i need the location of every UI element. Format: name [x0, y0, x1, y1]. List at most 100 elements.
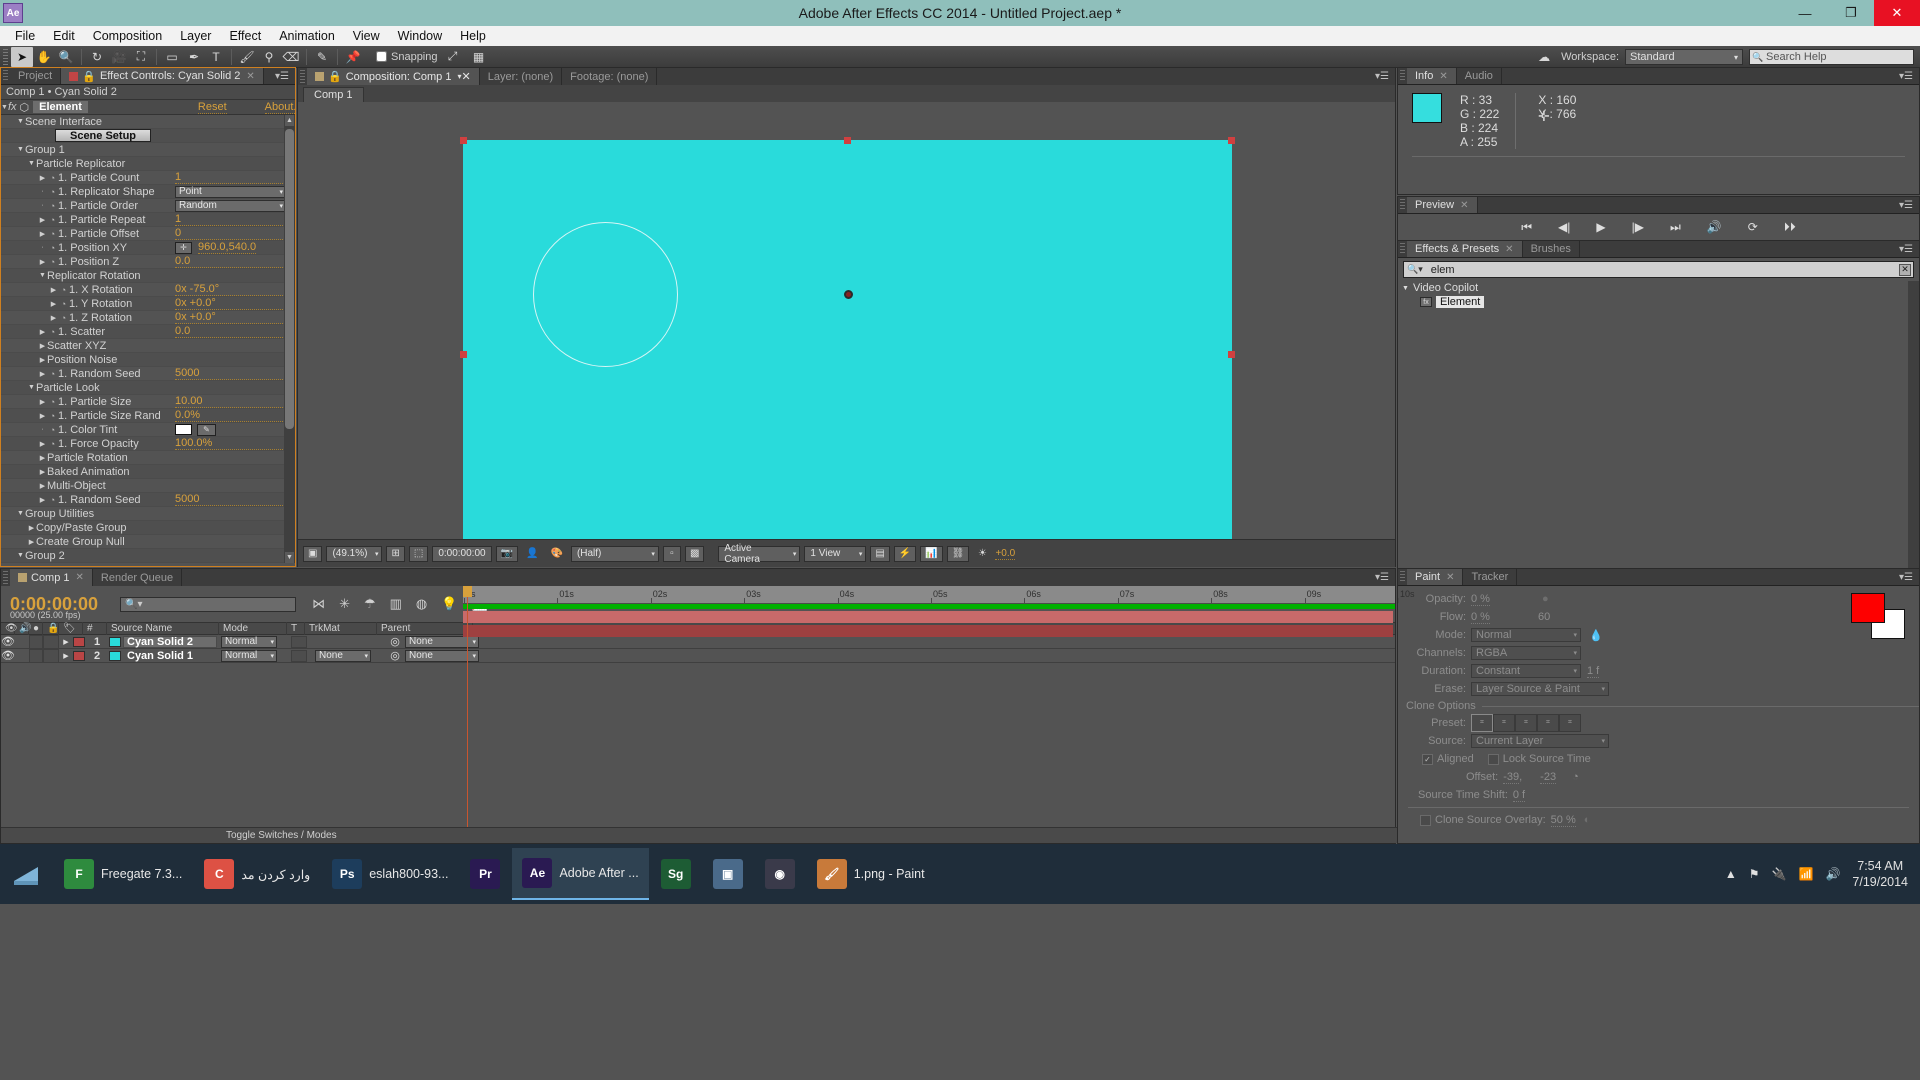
- motion-blur-icon[interactable]: ◍: [416, 596, 427, 612]
- effects-category-row[interactable]: ▼ Video Copilot: [1398, 281, 1919, 295]
- layer-name[interactable]: Cyan Solid 2: [123, 635, 217, 648]
- param-value[interactable]: 100.0%: [175, 437, 293, 450]
- effect-param-row[interactable]: · ◔ 1. Color Tint ✎: [1, 423, 295, 437]
- timeline-panel-menu-icon[interactable]: ▾☰: [1369, 569, 1395, 586]
- pan-behind-tool-icon[interactable]: ⛶: [130, 47, 152, 67]
- layer-bar-1[interactable]: [463, 611, 1393, 623]
- effect-param-row[interactable]: ▶ ◔ 1. X Rotation 0x -75.0°: [1, 283, 295, 297]
- menu-edit[interactable]: Edit: [44, 26, 84, 46]
- layer-trkmat-dropdown[interactable]: None: [315, 649, 371, 662]
- twirl-icon[interactable]: ▶: [38, 398, 47, 406]
- twirl-icon[interactable]: ▼: [38, 272, 47, 279]
- minimize-button[interactable]: —: [1782, 0, 1828, 26]
- eyedropper-icon[interactable]: 💧: [1589, 629, 1603, 642]
- lock-icon[interactable]: 🔒: [82, 70, 96, 83]
- clone-stamp-tool-icon[interactable]: ⚲: [258, 47, 280, 67]
- effect-param-row[interactable]: · ◔ 1. Position XY ✛ 960.0,540.0: [1, 241, 295, 255]
- twirl-icon[interactable]: ▼: [16, 552, 25, 559]
- stopwatch-icon[interactable]: ◔: [47, 369, 58, 379]
- tab-tracker[interactable]: Tracker: [1463, 569, 1518, 585]
- preview-panel-grip[interactable]: [1400, 199, 1405, 211]
- param-value[interactable]: 0.0%: [175, 409, 293, 422]
- work-area-bar[interactable]: [463, 604, 1395, 609]
- region-interest-toggle-icon[interactable]: ▫: [662, 545, 681, 562]
- taskbar-item[interactable]: Pr: [460, 848, 510, 900]
- twirl-icon[interactable]: ▶: [49, 314, 58, 322]
- stopwatch-icon[interactable]: ◔: [47, 215, 58, 225]
- parent-pickwhip-icon[interactable]: ◎: [385, 649, 405, 663]
- col-index[interactable]: #: [83, 622, 107, 635]
- roto-brush-tool-icon[interactable]: ✎: [311, 47, 333, 67]
- col-parent[interactable]: Parent: [377, 622, 473, 635]
- live-update-icon[interactable]: ⋈: [312, 596, 325, 612]
- effect-param-row[interactable]: Scene Setup: [1, 129, 295, 143]
- clone-preset-4[interactable]: ⌗: [1537, 714, 1559, 732]
- twirl-icon[interactable]: ·: [38, 426, 47, 433]
- effect-controls-scrollbar[interactable]: ▲ ▼: [284, 115, 295, 563]
- layer-label-color[interactable]: [73, 650, 85, 661]
- scene-setup-button[interactable]: Scene Setup: [55, 129, 151, 142]
- param-value[interactable]: 0x -75.0°: [175, 283, 293, 296]
- paint-panel-menu-icon[interactable]: ▾☰: [1893, 569, 1919, 585]
- start-button[interactable]: [0, 848, 52, 900]
- difference-mode-icon[interactable]: ◐: [1584, 814, 1591, 826]
- selection-handle-ml[interactable]: [460, 351, 467, 358]
- tab-paint[interactable]: Paint ✕: [1407, 569, 1464, 585]
- transparency-grid-icon[interactable]: ▩: [684, 545, 705, 562]
- effect-param-row[interactable]: ▶ ◔ 1. Force Opacity 100.0%: [1, 437, 295, 451]
- workspace-dropdown[interactable]: Standard: [1625, 49, 1743, 65]
- hand-tool-icon[interactable]: ✋: [33, 47, 55, 67]
- tab-footage[interactable]: Footage: (none): [562, 68, 658, 85]
- layer-twirl-icon[interactable]: ▶: [59, 649, 73, 663]
- camera-view-dropdown[interactable]: Active Camera: [718, 543, 801, 565]
- tab-composition[interactable]: 🔒 Composition: Comp 1 ▾ ✕: [307, 68, 480, 85]
- taskbar-item[interactable]: Sg: [651, 848, 701, 900]
- selection-handle-tr[interactable]: [1228, 137, 1235, 144]
- param-dropdown[interactable]: Point: [175, 185, 287, 198]
- effect-param-row[interactable]: ▶ ◔ 1. Scatter 0.0: [1, 325, 295, 339]
- clone-preset-1[interactable]: ⌗: [1471, 714, 1493, 732]
- show-snapshot-icon[interactable]: 👤: [522, 546, 542, 562]
- col-mode[interactable]: Mode: [219, 622, 287, 635]
- comp-tag[interactable]: Comp 1: [303, 87, 364, 102]
- effect-param-row[interactable]: · ◔ 1. Replicator Shape Point: [1, 185, 295, 199]
- effect-param-row[interactable]: ▼ Particle Replicator: [1, 157, 295, 171]
- effect-param-row[interactable]: ▼ Group 2: [1, 549, 295, 563]
- current-time-display[interactable]: 0:00:00:00: [432, 545, 492, 562]
- mode-dropdown[interactable]: Normal: [1471, 628, 1581, 642]
- selection-handle-mr[interactable]: [1228, 351, 1235, 358]
- twirl-icon[interactable]: ▶: [38, 468, 47, 476]
- stopwatch-icon[interactable]: ◔: [47, 243, 58, 253]
- color-swatch[interactable]: [175, 424, 192, 435]
- tab-audio[interactable]: Audio: [1456, 68, 1502, 84]
- effect-param-row[interactable]: ▶ ◔ 1. Z Rotation 0x +0.0°: [1, 311, 295, 325]
- search-icon[interactable]: 🔍▾: [1407, 264, 1423, 275]
- taskbar-item[interactable]: Ps eslah800-93...: [322, 848, 458, 900]
- panel-menu-icon[interactable]: ▾☰: [269, 68, 295, 84]
- layer-visibility-icon[interactable]: 👁: [1, 635, 15, 649]
- col-label-icon[interactable]: 🏷: [59, 622, 83, 635]
- stopwatch-icon[interactable]: ◔: [47, 327, 58, 337]
- composition-canvas[interactable]: [463, 140, 1232, 539]
- effect-param-row[interactable]: ▶ ◔ 1. Y Rotation 0x +0.0°: [1, 297, 295, 311]
- channel-rgb-icon[interactable]: 🎨: [546, 546, 566, 562]
- twirl-icon[interactable]: ▶: [38, 496, 47, 504]
- offset-x-value[interactable]: -39: [1503, 771, 1520, 784]
- timeline-icon[interactable]: 📊: [920, 545, 943, 562]
- stopwatch-icon[interactable]: ◔: [47, 173, 58, 183]
- clock[interactable]: 7:54 AM 7/19/2014: [1852, 858, 1908, 890]
- current-time-indicator[interactable]: [463, 586, 472, 597]
- foreground-color-swatch[interactable]: [1851, 593, 1885, 623]
- effect-param-row[interactable]: ▼ Replicator Rotation: [1, 269, 295, 283]
- param-position[interactable]: ✛ 960.0,540.0: [175, 241, 293, 255]
- tab-effect-controls[interactable]: 🔒 Effect Controls: Cyan Solid 2 ✕: [61, 68, 264, 84]
- clone-preset-3[interactable]: ⌗: [1515, 714, 1537, 732]
- taskbar-item[interactable]: C وارد کردن مد: [194, 848, 320, 900]
- menu-file[interactable]: File: [6, 26, 44, 46]
- position-picker-icon[interactable]: ✛: [175, 241, 192, 254]
- maximize-button[interactable]: ❐: [1828, 0, 1874, 26]
- camera-tool-icon[interactable]: 🎥: [108, 47, 130, 67]
- play-icon[interactable]: ▶: [1596, 220, 1605, 234]
- layer-preserve-transparency[interactable]: [291, 649, 307, 662]
- twirl-icon[interactable]: ▶: [38, 454, 47, 462]
